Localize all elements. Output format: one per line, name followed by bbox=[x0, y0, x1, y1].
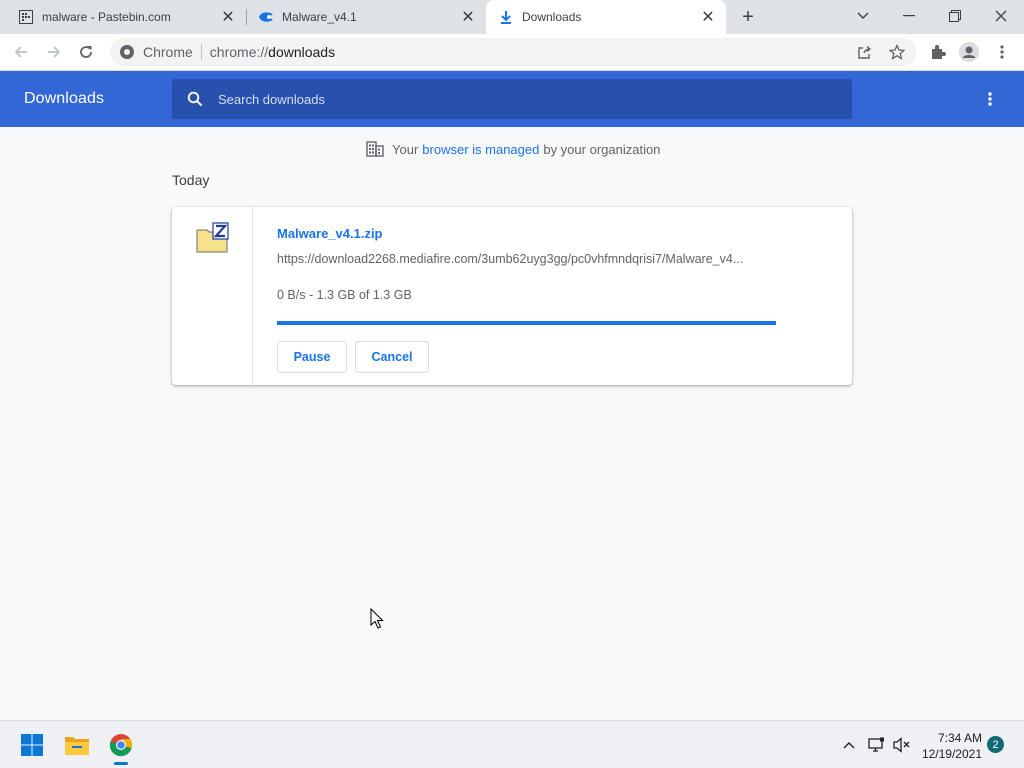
profile-avatar-icon[interactable] bbox=[956, 39, 982, 65]
new-tab-button[interactable]: + bbox=[736, 5, 760, 29]
pastebin-icon bbox=[18, 9, 34, 25]
system-clock[interactable]: 7:34 AM 12/19/2021 bbox=[916, 730, 982, 762]
bookmark-star-icon[interactable] bbox=[887, 42, 907, 62]
mouse-cursor-icon bbox=[370, 607, 384, 630]
reload-button[interactable] bbox=[73, 39, 99, 65]
show-hidden-icons-chevron-icon[interactable] bbox=[839, 735, 859, 755]
building-icon bbox=[366, 140, 384, 158]
download-item: Malware_v4.1.zip https://download2268.me… bbox=[172, 207, 852, 385]
tab-strip: malware - Pastebin.com ✕ Malware_v4.1 ✕ … bbox=[0, 0, 1024, 34]
managed-prefix: Your bbox=[392, 141, 419, 157]
tab-search-icon[interactable] bbox=[840, 0, 886, 32]
browser-toolbar: Chrome chrome:// downloads bbox=[0, 34, 1024, 71]
downloads-menu-icon[interactable] bbox=[978, 87, 1002, 111]
close-tab-icon[interactable]: ✕ bbox=[218, 7, 238, 27]
file-name-link[interactable]: Malware_v4.1.zip bbox=[277, 226, 383, 241]
share-icon[interactable] bbox=[854, 42, 874, 62]
back-button[interactable] bbox=[8, 39, 34, 65]
managed-notice: Your browser is managed by your organiza… bbox=[366, 140, 660, 158]
url-scheme: chrome:// bbox=[209, 44, 269, 60]
tab-title: malware - Pastebin.com bbox=[42, 10, 171, 24]
start-button[interactable] bbox=[16, 729, 48, 761]
file-source-url[interactable]: https://download2268.mediafire.com/3umb6… bbox=[277, 252, 777, 266]
active-app-indicator bbox=[114, 762, 128, 765]
restore-button[interactable] bbox=[932, 0, 978, 32]
tab-pastebin[interactable]: malware - Pastebin.com ✕ bbox=[0, 0, 246, 34]
close-tab-icon[interactable]: ✕ bbox=[698, 7, 718, 27]
close-tab-icon[interactable]: ✕ bbox=[458, 7, 478, 27]
tab-title: Malware_v4.1 bbox=[282, 10, 357, 24]
clock-date: 12/19/2021 bbox=[921, 747, 982, 761]
chrome-site-icon bbox=[119, 44, 135, 60]
managed-suffix: by your organization bbox=[543, 141, 661, 157]
progress-bar bbox=[277, 321, 776, 325]
tab-title: Downloads bbox=[522, 10, 582, 24]
search-icon bbox=[186, 90, 204, 108]
chrome-menu-icon[interactable] bbox=[989, 39, 1015, 65]
address-bar[interactable]: Chrome chrome:// downloads bbox=[110, 38, 916, 66]
tab-mediafire[interactable]: Malware_v4.1 ✕ bbox=[240, 0, 486, 34]
notification-badge[interactable]: 2 bbox=[987, 736, 1004, 753]
site-chip: Chrome bbox=[143, 44, 193, 60]
cancel-button[interactable]: Cancel bbox=[355, 341, 429, 373]
browser-managed-link[interactable]: browser is managed bbox=[422, 142, 539, 157]
tab-downloads[interactable]: Downloads ✕ bbox=[486, 0, 726, 34]
progress-bar-fill bbox=[277, 321, 776, 325]
file-icon-column bbox=[172, 207, 253, 385]
file-explorer-icon[interactable] bbox=[61, 729, 93, 761]
progress-status: 0 B/s - 1.3 GB of 1.3 GB bbox=[277, 288, 412, 302]
omnibox-divider bbox=[200, 44, 202, 60]
network-icon[interactable] bbox=[866, 735, 886, 755]
url-host: downloads bbox=[268, 44, 336, 60]
search-bar[interactable] bbox=[172, 79, 852, 119]
extensions-icon[interactable] bbox=[925, 39, 951, 65]
pause-button[interactable]: Pause bbox=[277, 341, 347, 373]
mediafire-icon bbox=[258, 9, 274, 25]
downloads-header: Downloads bbox=[0, 71, 1024, 127]
date-section-heading: Today bbox=[172, 172, 210, 188]
minimize-button[interactable] bbox=[886, 0, 932, 32]
close-window-button[interactable] bbox=[978, 0, 1024, 32]
zip-file-icon bbox=[195, 222, 231, 254]
clock-time: 7:34 AM bbox=[937, 731, 982, 745]
chrome-taskbar-icon[interactable] bbox=[105, 729, 137, 761]
volume-muted-icon[interactable] bbox=[892, 735, 912, 755]
page-title: Downloads bbox=[24, 90, 105, 107]
taskbar: 7:34 AM 12/19/2021 bbox=[0, 720, 1024, 768]
search-input[interactable] bbox=[218, 91, 818, 107]
download-icon bbox=[498, 9, 514, 25]
forward-button[interactable] bbox=[41, 39, 67, 65]
